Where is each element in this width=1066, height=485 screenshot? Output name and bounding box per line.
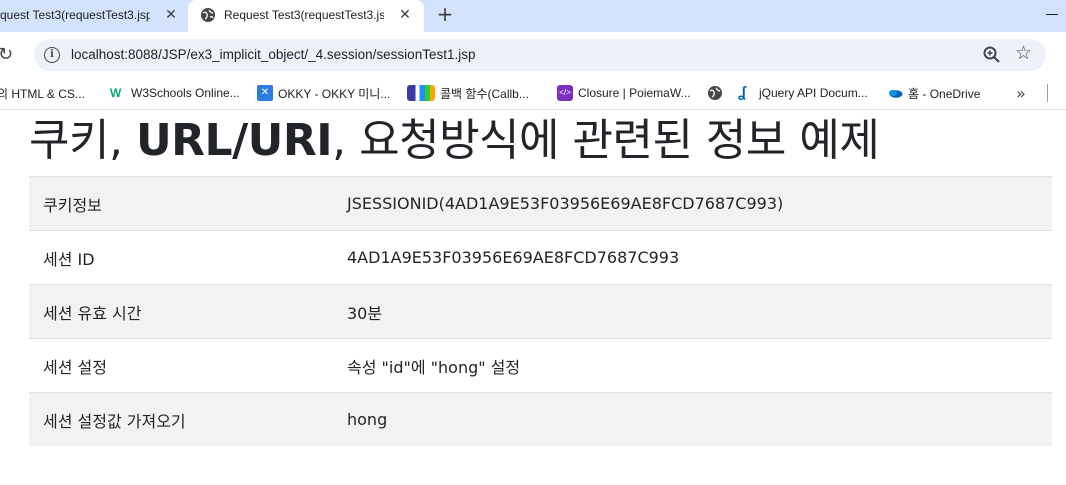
bookmarks-bar: 의 HTML & CS... W W3Schools Online... ✕ O… <box>0 78 1066 110</box>
bookmark-onedrive[interactable]: 홈 - OneDrive <box>887 84 980 102</box>
code-icon: </> <box>557 85 573 101</box>
reload-icon[interactable]: ↻ <box>0 45 13 65</box>
more-bookmarks-icon[interactable]: » <box>1016 84 1026 103</box>
callback-icon <box>407 85 435 101</box>
row-label-cookie: 쿠키정보 <box>29 176 333 231</box>
page-title-part2: , 요청방식에 관련된 정보 예제 <box>332 115 880 166</box>
table-row: 세션 설정값 가져오기 hong <box>29 392 1052 446</box>
page-title: 쿠키, URL/URI, 요청방식에 관련된 정보 예제 <box>29 112 880 170</box>
tab-request-test3-active[interactable]: Request Test3(requestTest3.jsp ✕ <box>188 0 424 32</box>
tab-title: quest Test3(requestTest3.jsp <box>0 8 150 22</box>
new-tab-button[interactable]: + <box>434 4 456 26</box>
row-label-session-set: 세션 설정 <box>29 338 333 393</box>
close-icon[interactable]: ✕ <box>162 5 180 23</box>
page-title-part1: 쿠키, <box>29 115 136 166</box>
globe-icon <box>201 8 215 22</box>
bookmark-okky[interactable]: ✕ OKKY - OKKY 미니... <box>257 84 390 102</box>
bookmark-label: 콜백 함수(Callb... <box>440 86 529 101</box>
row-value-session-get: hong <box>333 392 1052 446</box>
session-info-table: 쿠키정보 JSESSIONID(4AD1A9E53F03956E69AE8FCD… <box>29 176 1052 446</box>
table-row: 쿠키정보 JSESSIONID(4AD1A9E53F03956E69AE8FCD… <box>29 176 1052 231</box>
tab-title: Request Test3(requestTest3.jsp <box>224 8 384 22</box>
page-title-bold: URL/URI <box>135 115 333 166</box>
onedrive-icon <box>889 89 903 98</box>
tab-request-test3-inactive[interactable]: quest Test3(requestTest3.jsp ✕ <box>0 0 186 32</box>
row-value-cookie: JSESSIONID(4AD1A9E53F03956E69AE8FCD7687C… <box>333 176 1052 231</box>
row-label-session-id: 세션 ID <box>29 230 333 285</box>
jquery-icon: ʆ <box>738 84 747 101</box>
table-row: 세션 ID 4AD1A9E53F03956E69AE8FCD7687C993 <box>29 230 1052 285</box>
bookmark-w3schools[interactable]: W W3Schools Online... <box>110 84 240 102</box>
bookmark-callback[interactable]: 콜백 함수(Callb... <box>407 84 529 102</box>
tab-strip: quest Test3(requestTest3.jsp ✕ Request T… <box>0 0 1066 32</box>
w3schools-icon: W <box>110 86 122 100</box>
bookmark-star-icon[interactable]: ☆ <box>1015 42 1032 64</box>
bookmark-label: 홈 - OneDrive <box>908 86 981 101</box>
row-value-session-id: 4AD1A9E53F03956E69AE8FCD7687C993 <box>333 230 1052 285</box>
browser-toolbar: ↻ i localhost:8088/JSP/ex3_implicit_obje… <box>0 32 1066 78</box>
site-info-icon[interactable]: i <box>44 47 60 63</box>
zoom-icon[interactable] <box>982 45 1002 65</box>
row-value-session-timeout: 30분 <box>333 284 1052 339</box>
row-label-session-get: 세션 설정값 가져오기 <box>29 392 333 446</box>
bookmark-jquery[interactable]: ʆ jQuery API Docum... <box>738 84 868 102</box>
bookmark-closure[interactable]: </> Closure | PoiemaW... <box>557 84 691 102</box>
okky-icon: ✕ <box>257 85 273 101</box>
bookmark-label: Closure | PoiemaW... <box>578 86 691 100</box>
globe-icon <box>708 86 722 100</box>
bookmark-label: 의 HTML & CS... <box>0 86 85 101</box>
row-value-session-set: 속성 "id"에 "hong" 설정 <box>333 338 1052 393</box>
bookmark-globe[interactable] <box>707 84 728 102</box>
bookmark-html-css[interactable]: 의 HTML & CS... <box>0 84 85 102</box>
bookmarks-divider <box>1047 84 1048 102</box>
address-bar[interactable]: i localhost:8088/JSP/ex3_implicit_object… <box>34 39 1046 71</box>
close-icon[interactable]: ✕ <box>396 5 414 23</box>
bookmark-label: jQuery API Docum... <box>759 86 868 100</box>
minimize-icon[interactable] <box>1046 14 1058 15</box>
url-text[interactable]: localhost:8088/JSP/ex3_implicit_object/_… <box>71 47 475 62</box>
table-row: 세션 설정 속성 "id"에 "hong" 설정 <box>29 338 1052 393</box>
table-row: 세션 유효 시간 30분 <box>29 284 1052 339</box>
row-label-session-timeout: 세션 유효 시간 <box>29 284 333 339</box>
bookmark-label: W3Schools Online... <box>131 86 240 100</box>
bookmark-label: OKKY - OKKY 미니... <box>278 86 391 101</box>
